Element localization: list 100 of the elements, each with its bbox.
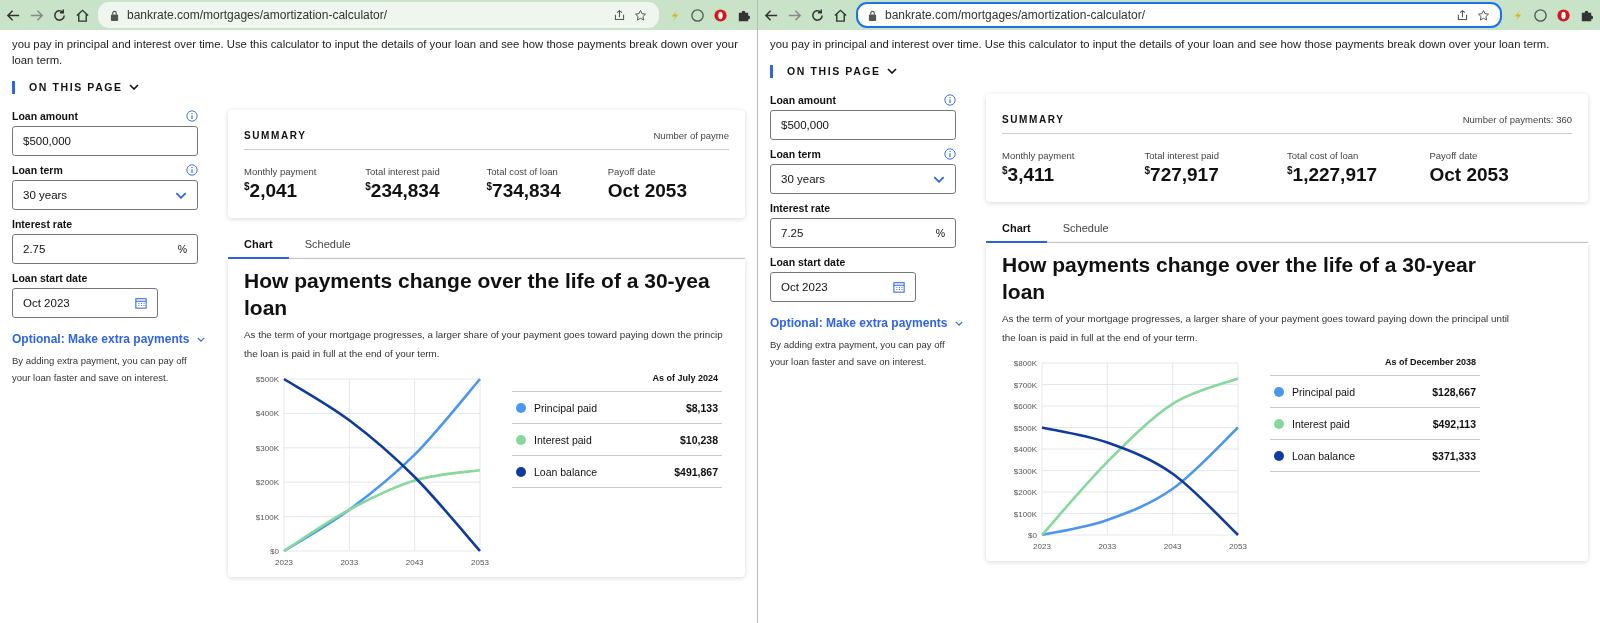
info-icon[interactable]: [944, 148, 956, 160]
stat-value: $^{$}$1,227,917: [1287, 164, 1379, 186]
calendar-icon: [893, 281, 905, 293]
chevron-down-icon: [175, 191, 187, 199]
x-axis-label: 2033: [340, 558, 359, 567]
field-label: Loan amount: [770, 94, 836, 106]
field-label: Loan start date: [12, 272, 88, 284]
legend-label: Principal paid: [1292, 385, 1357, 398]
stat-label: Monthly payment: [244, 166, 318, 177]
date-field[interactable]: Oct 2023: [770, 272, 916, 302]
x-axis-label: 2023: [275, 558, 293, 567]
as-of-date: As of July 2024: [512, 371, 722, 392]
info-icon[interactable]: [944, 94, 956, 106]
y-axis-label: $0: [270, 547, 279, 556]
home-icon[interactable]: [833, 7, 848, 23]
chevron-down-icon[interactable]: [128, 84, 139, 90]
y-axis-label: $0: [1028, 531, 1037, 540]
on-this-page-toggle[interactable]: ON THIS PAGE: [787, 65, 881, 77]
extension-icon[interactable]: [690, 7, 705, 23]
share-icon[interactable]: [613, 8, 626, 22]
y-axis-label: $800K: [1013, 359, 1037, 368]
line-series: [282, 468, 482, 553]
x-axis-label: 2043: [405, 558, 424, 567]
url-text: bankrate.com/mortgages/amortization-calculator/: [127, 8, 389, 22]
extension-icon[interactable]: [713, 7, 728, 23]
star-icon[interactable]: [634, 8, 647, 22]
share-icon[interactable]: [1456, 8, 1469, 22]
url-text: bankrate.com/mortgages/amortization-calculator/: [885, 8, 1147, 22]
reload-icon[interactable]: [52, 7, 67, 23]
x-axis-label: 2033: [1098, 542, 1117, 551]
date-field[interactable]: Oct 2023: [12, 288, 158, 318]
y-axis-label: $600K: [1013, 402, 1037, 411]
chart-description: As the term of your mortgage progresses, a larger share of your payment goes toward paying down the princip the loan is paid in full at the end of your term.: [244, 328, 724, 361]
field-label: Loan start date: [770, 256, 846, 268]
address-bar[interactable]: bankrate.com/mortgages/amortization-calculator/: [98, 2, 659, 28]
stat-label: Total cost of loan: [1287, 150, 1360, 161]
field-label: Loan term: [770, 148, 821, 160]
select-field[interactable]: 30 years: [770, 164, 956, 194]
field-label: Interest rate: [770, 202, 831, 214]
lock-icon: [868, 9, 877, 21]
field-label: Loan term: [12, 164, 63, 176]
select-field[interactable]: 30 years: [12, 180, 198, 210]
summary-title: SUMMARY: [244, 130, 307, 141]
y-axis-label: $400K: [1013, 445, 1037, 454]
y-axis-label: $300K: [1013, 466, 1037, 476]
stat-label: Total interest paid: [1144, 150, 1220, 161]
summary-title: SUMMARY: [1002, 114, 1065, 125]
y-axis-label: $500K: [1013, 423, 1037, 433]
line-series: [1040, 426, 1240, 537]
accent-bar: [12, 80, 15, 94]
payments-count: Number of payments: 360: [1462, 114, 1572, 125]
intro-text: you pay in principal and interest over time. Use this calculator to input the details of your loan and see how those payments break down over your loan term.: [770, 37, 1551, 52]
info-icon[interactable]: [186, 164, 198, 176]
y-axis-label: $100K: [1013, 509, 1037, 519]
address-bar[interactable]: bankrate.com/mortgages/amortization-calculator/: [856, 2, 1502, 28]
legend-value: $371,333: [1432, 449, 1476, 462]
extra-payments-note: By adding extra payment, you can pay off your loan faster and save on interest.: [770, 338, 946, 369]
payments-count: Number of payme: [653, 130, 729, 141]
chevron-down-icon[interactable]: [886, 68, 897, 74]
input-field[interactable]: 2.75 %: [12, 234, 198, 264]
as-of-date: As of December 2038: [1270, 355, 1480, 376]
extra-payments-link[interactable]: Optional: Make extra payments: [12, 332, 190, 346]
intro-text: you pay in principal and interest over time. Use this calculator to input the details of your loan and see how those payments break down over your loan term.: [12, 37, 739, 68]
x-axis-label: 2053: [471, 558, 489, 567]
y-axis-label: $700K: [1013, 380, 1037, 390]
x-axis-label: 2023: [1033, 542, 1051, 551]
lock-icon: [110, 9, 119, 21]
legend-label: Interest paid: [534, 433, 593, 446]
on-this-page-toggle[interactable]: ON THIS PAGE: [29, 81, 123, 93]
info-icon[interactable]: [186, 110, 198, 122]
stat-value: Oct 2053: [607, 180, 688, 202]
stat-label: Monthly payment: [1002, 150, 1076, 161]
extension-icon[interactable]: [1556, 7, 1571, 23]
stat-value: $^{$}$2,041: [244, 180, 299, 202]
input-field[interactable]: 7.25 %: [770, 218, 956, 248]
legend-value: $492,113: [1432, 417, 1476, 430]
legend-label: Interest paid: [1292, 417, 1351, 430]
extra-payments-link[interactable]: Optional: Make extra payments: [770, 316, 948, 330]
home-icon[interactable]: [75, 7, 90, 23]
star-icon[interactable]: [1477, 8, 1490, 22]
input-field[interactable]: $500,000: [12, 126, 198, 156]
calendar-icon: [135, 297, 147, 309]
y-axis-label: $400K: [255, 409, 279, 419]
stat-value: $^{$}$727,917: [1144, 164, 1220, 186]
input-field[interactable]: $500,000: [770, 110, 956, 140]
stat-value: $^{$}$234,834: [365, 180, 441, 202]
legend-label: Loan balance: [534, 465, 599, 478]
stat-value: $^{$}$734,834: [486, 180, 562, 202]
y-axis-label: $200K: [1013, 488, 1037, 497]
chart-heading: How payments change over the life of a 30-year loan: [1002, 252, 1477, 305]
stat-label: Total cost of loan: [486, 166, 559, 177]
extension-icon[interactable]: [1533, 7, 1548, 23]
stat-label: Payoff date: [607, 166, 657, 177]
stat-label: Payoff date: [1429, 150, 1479, 161]
tab[interactable]: Schedule: [288, 232, 367, 259]
reload-icon[interactable]: [810, 7, 825, 23]
tab[interactable]: Schedule: [1046, 216, 1125, 243]
extra-payments-note: By adding extra payment, you can pay off your loan faster and save on interest.: [12, 354, 188, 385]
stat-label: Total interest paid: [365, 166, 441, 177]
field-label: Interest rate: [12, 218, 73, 230]
